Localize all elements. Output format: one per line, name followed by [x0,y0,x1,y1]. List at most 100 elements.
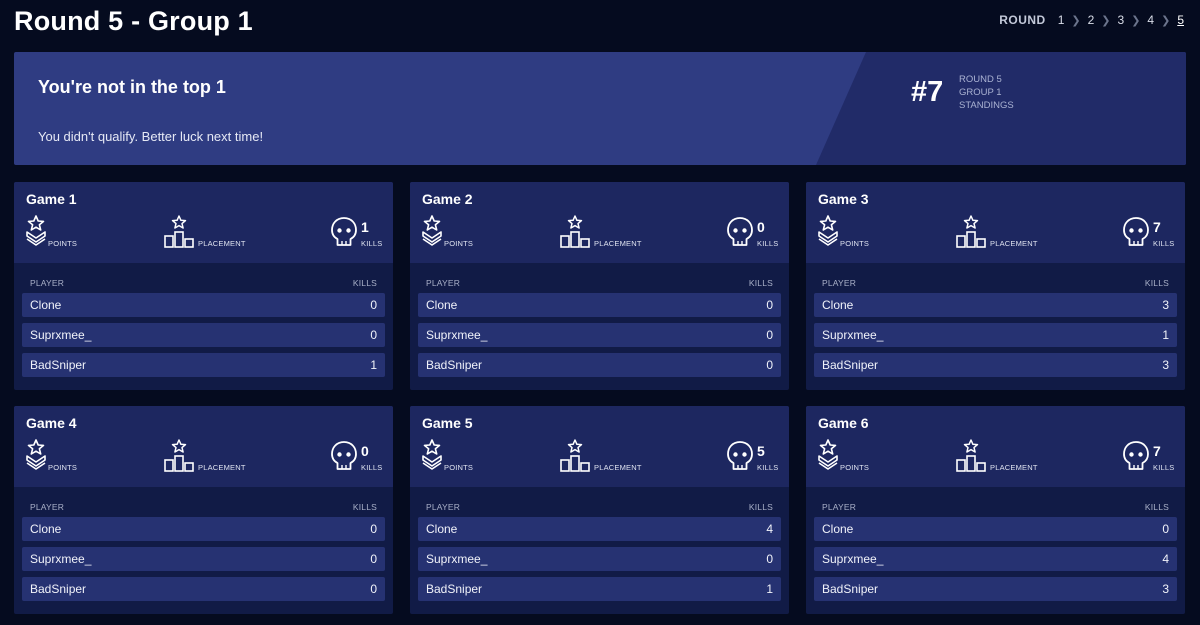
banner-message: You didn't qualify. Better luck next tim… [38,129,264,144]
player-column-header: PLAYER [426,278,461,288]
table-header: PLAYER KILLS [426,502,773,512]
skull-icon [1123,441,1149,470]
kills-value: 7 [1153,219,1161,235]
round-navigation: ROUND 1 ❯ 2 ❯ 3 ❯ 4 ❯ 5 [999,13,1186,27]
kills-column-header: KILLS [1144,278,1169,288]
round-link-1[interactable]: 1 [1056,13,1067,27]
chevron-right-icon: ❯ [1071,14,1081,27]
game-card-header: Game 1 POINTS PLACEMENT 1 KILLS [14,182,393,263]
game-card-header: Game 4 POINTS PLACEMENT 0 KILLS [14,406,393,487]
player-kills: 3 [1162,358,1169,372]
game-card-4: Game 4 POINTS PLACEMENT 0 KILLS PLAYER K… [14,406,393,614]
round-link-2[interactable]: 2 [1086,13,1097,27]
player-name: Suprxmee_ [426,552,488,566]
placement-label: PLACEMENT [198,239,246,248]
round-link-3[interactable]: 3 [1116,13,1127,27]
player-kills: 0 [766,552,773,566]
skull-icon [727,441,753,470]
table-row: Suprxmee_ 4 [814,547,1177,571]
round-label: ROUND [999,13,1046,27]
player-name: Suprxmee_ [30,328,92,342]
podium-icon [956,215,986,248]
kills-column-header: KILLS [748,502,773,512]
kills-label: KILLS [361,239,383,248]
game-card-header: Game 5 POINTS PLACEMENT 5 KILLS [410,406,789,487]
game-title: Game 1 [26,191,77,207]
kills-value: 7 [1153,443,1161,459]
table-header: PLAYER KILLS [822,278,1169,288]
game-card-header: Game 3 POINTS PLACEMENT 7 KILLS [806,182,1185,263]
chevron-right-icon: ❯ [1161,14,1171,27]
kills-stat: 7 KILLS [1122,215,1177,249]
points-label: POINTS [48,463,78,472]
table-row: Clone 0 [418,293,781,317]
points-label: POINTS [444,239,474,248]
game-card-header: Game 2 POINTS PLACEMENT 0 KILLS [410,182,789,263]
table-header: PLAYER KILLS [30,278,377,288]
player-name: Clone [30,298,62,312]
game-title: Game 6 [818,415,869,431]
player-kills: 4 [1162,552,1169,566]
table-row: BadSniper 3 [814,577,1177,601]
player-name: Suprxmee_ [30,552,92,566]
player-column-header: PLAYER [426,502,461,512]
kills-column-header: KILLS [352,278,377,288]
table-row: Suprxmee_ 0 [22,547,385,571]
player-kills: 0 [370,582,377,596]
player-name: Suprxmee_ [822,328,884,342]
player-kills: 1 [1162,328,1169,342]
rank-chevron-icon [422,439,442,470]
chevron-right-icon: ❯ [1101,14,1111,27]
kills-value: 0 [757,219,765,235]
standing-rank: #7 [911,76,944,108]
round-link-5[interactable]: 5 [1175,13,1186,27]
skull-icon [331,217,357,246]
player-kills: 0 [370,522,377,536]
player-name: Clone [426,298,458,312]
kills-label: KILLS [757,239,779,248]
game-title: Game 2 [422,191,473,207]
player-name: BadSniper [30,582,87,596]
standing-info: ROUND 5 GROUP 1 STANDINGS [959,73,1014,112]
podium-icon [164,439,194,472]
header: Round 5 - Group 1 ROUND 1 ❯ 2 ❯ 3 ❯ 4 ❯ … [14,4,1186,38]
player-column-header: PLAYER [30,278,65,288]
podium-icon [956,439,986,472]
qualification-banner: You're not in the top 1 You didn't quali… [14,52,1186,165]
game-card-1: Game 1 POINTS PLACEMENT 1 KILLS PLAYER K… [14,182,393,390]
kills-stat: 7 KILLS [1122,439,1177,473]
table-row: Suprxmee_ 0 [418,323,781,347]
player-kills: 0 [766,298,773,312]
points-label: POINTS [444,463,474,472]
table-row: BadSniper 1 [418,577,781,601]
kills-column-header: KILLS [1144,502,1169,512]
table-row: Clone 4 [418,517,781,541]
kills-label: KILLS [1153,239,1175,248]
table-header: PLAYER KILLS [30,502,377,512]
kills-stat: 5 KILLS [726,439,781,473]
game-card-2: Game 2 POINTS PLACEMENT 0 KILLS PLAYER K… [410,182,789,390]
table-row: Suprxmee_ 0 [22,323,385,347]
player-name: BadSniper [426,582,483,596]
points-label: POINTS [840,463,870,472]
placement-label: PLACEMENT [990,239,1038,248]
player-name: Clone [822,522,854,536]
table-row: BadSniper 3 [814,353,1177,377]
game-title: Game 4 [26,415,77,431]
kills-label: KILLS [1153,463,1175,472]
points-label: POINTS [840,239,870,248]
points-label: POINTS [48,239,78,248]
game-title: Game 3 [818,191,869,207]
table-row: BadSniper 0 [22,577,385,601]
player-name: Clone [426,522,458,536]
round-link-4[interactable]: 4 [1145,13,1156,27]
player-kills: 3 [1162,298,1169,312]
kills-label: KILLS [757,463,779,472]
player-name: Suprxmee_ [822,552,884,566]
table-row: BadSniper 1 [22,353,385,377]
podium-icon [560,439,590,472]
table-row: Suprxmee_ 1 [814,323,1177,347]
standing-round: ROUND 5 [959,74,1002,85]
player-kills: 0 [1162,522,1169,536]
kills-column-header: KILLS [748,278,773,288]
